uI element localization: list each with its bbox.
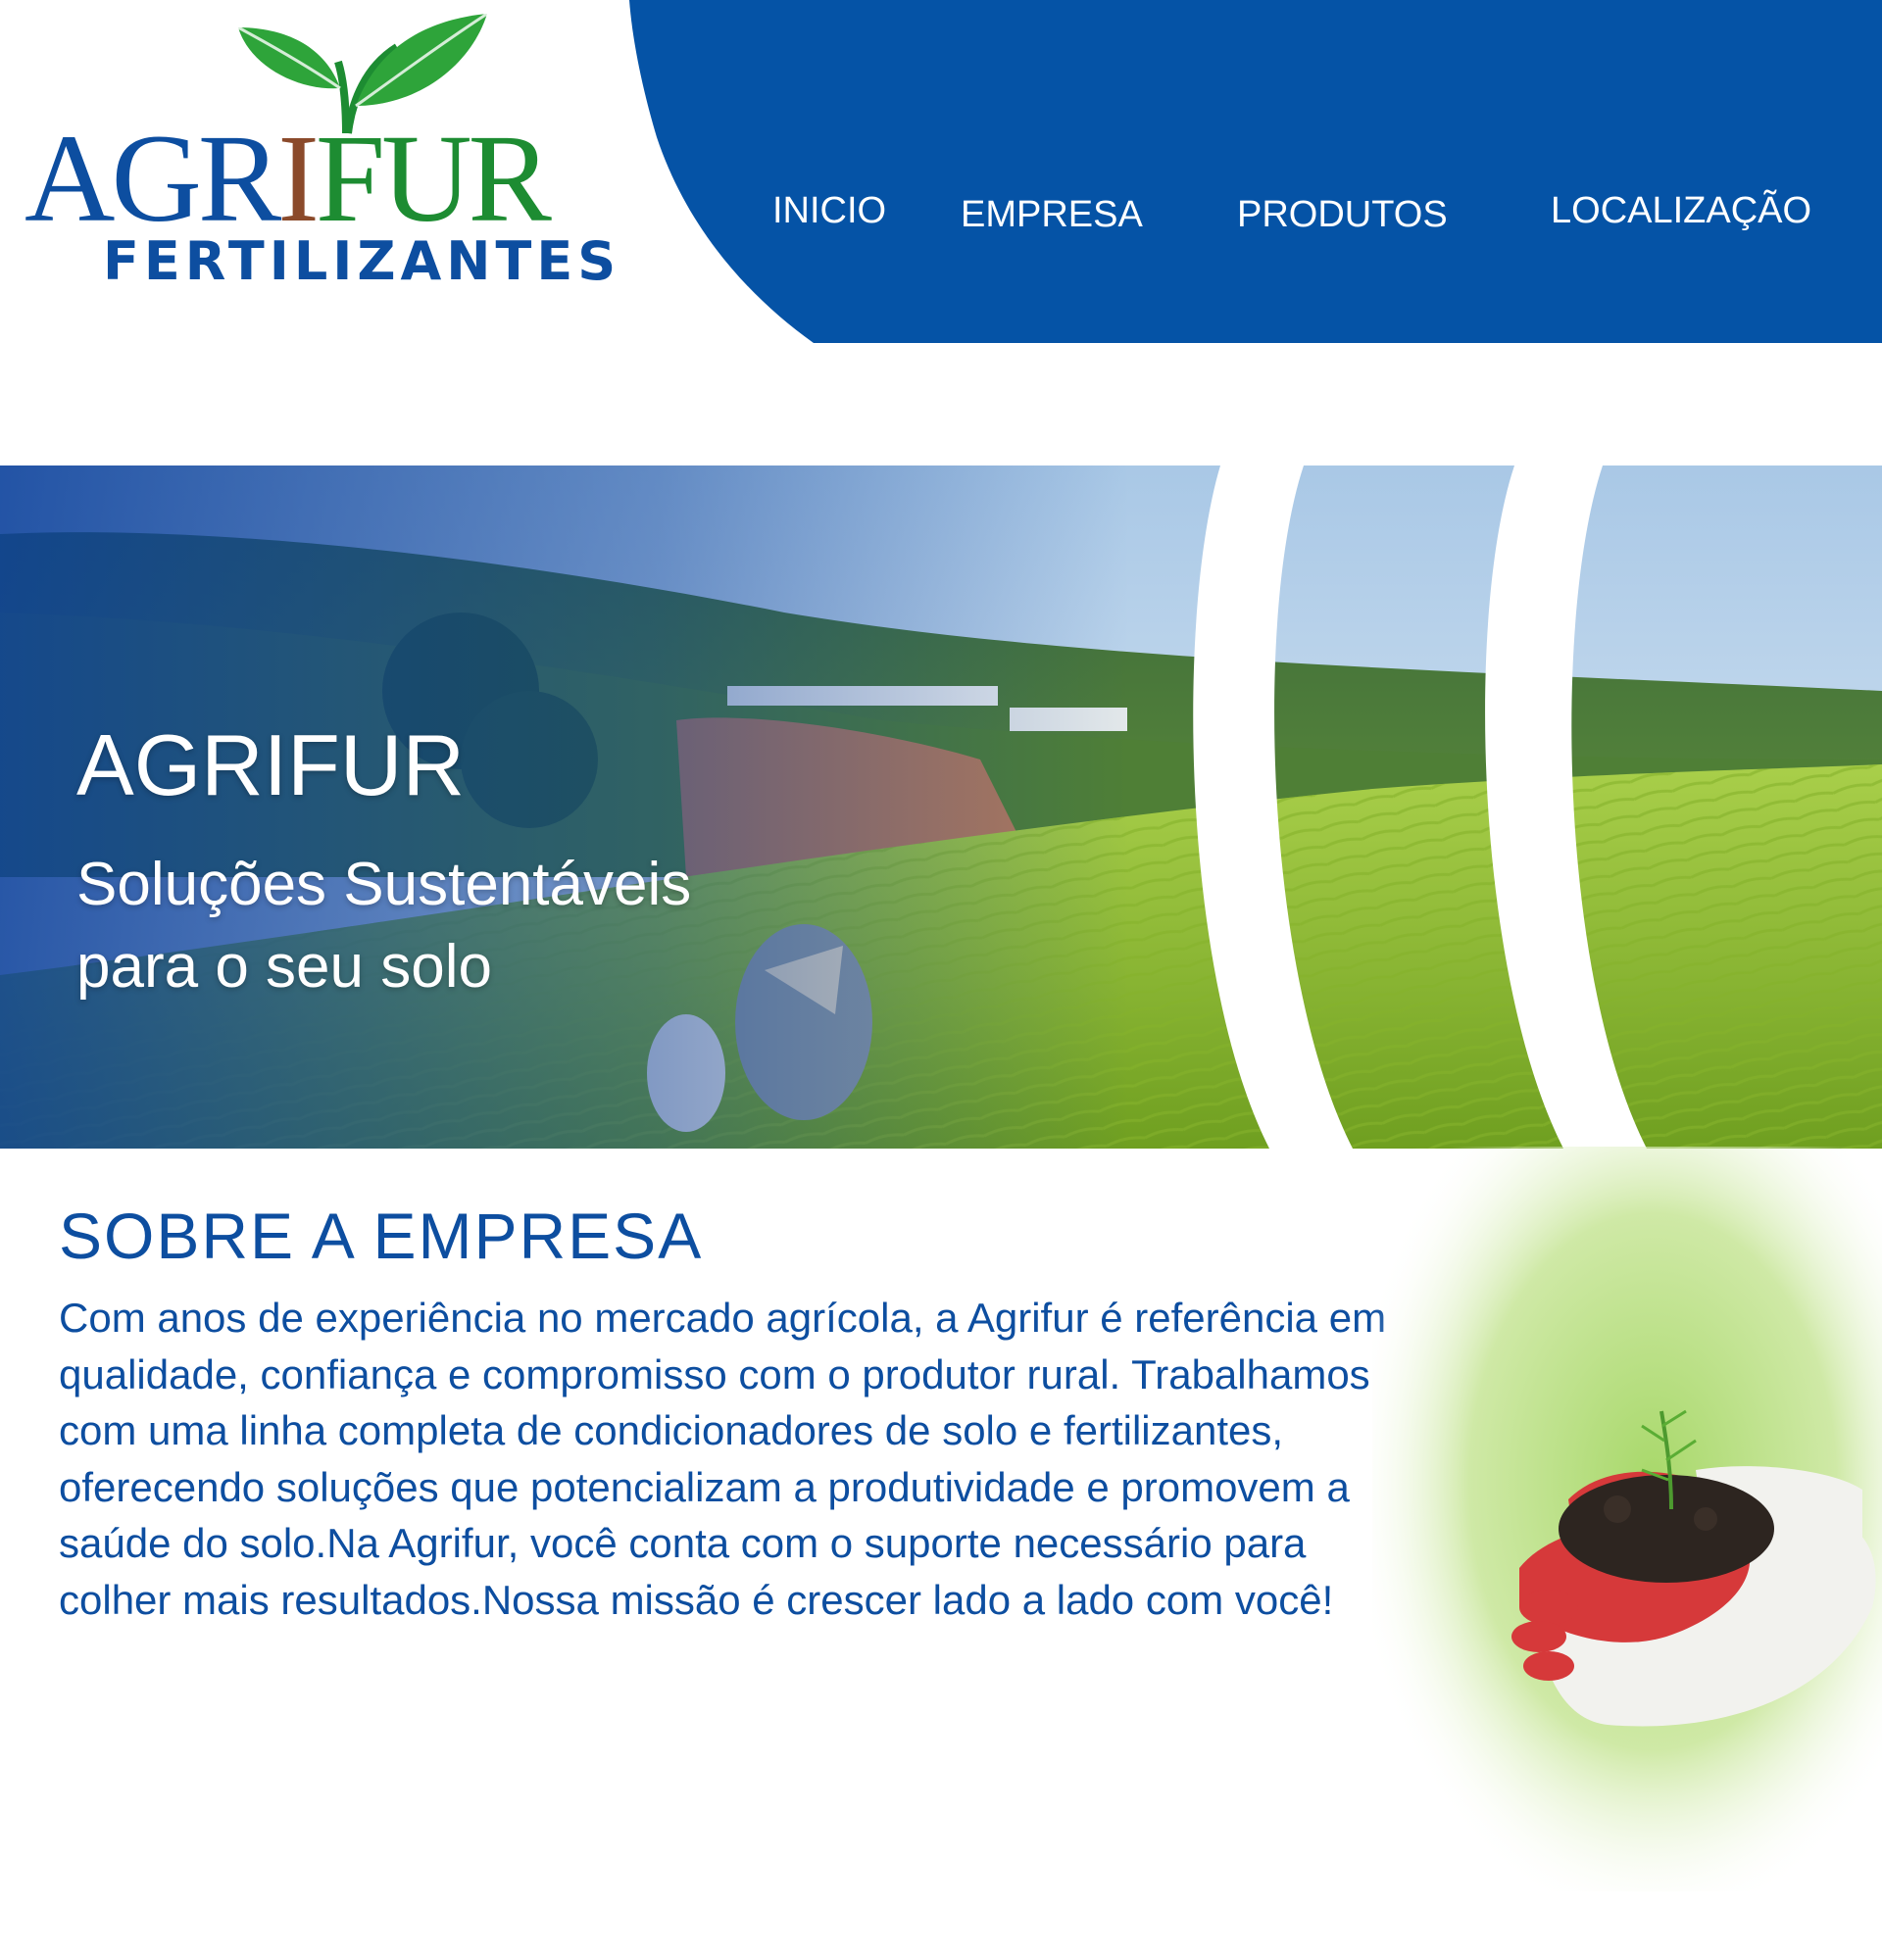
about-text: Com anos de experiência no mercado agríc… xyxy=(59,1295,1387,1623)
hero-subtitle: Soluções Sustentáveis para o seu solo xyxy=(76,851,692,1001)
agrifur-logo[interactable]: AGRIFUR FERTILIZANTES xyxy=(20,8,627,302)
main-navigation: INICIO EMPRESA PRODUTOS LOCALIZAÇÃO xyxy=(0,186,1882,245)
hands-holding-soil-image xyxy=(1372,1147,1882,1891)
nav-item-empresa[interactable]: EMPRESA xyxy=(961,196,1143,233)
nav-item-inicio[interactable]: INICIO xyxy=(772,192,886,229)
site-header: AGRIFUR FERTILIZANTES INICIO EMPRESA PRO… xyxy=(0,0,1882,343)
nav-item-produtos[interactable]: PRODUTOS xyxy=(1237,196,1448,233)
about-title: SOBRE A EMPRESA xyxy=(59,1200,704,1272)
hero-banner: AGRIFUR Soluções Sustentáveis para o seu… xyxy=(0,466,1882,1149)
hero-title: AGRIFUR xyxy=(76,716,465,813)
nav-item-localizacao[interactable]: LOCALIZAÇÃO xyxy=(1551,192,1811,229)
